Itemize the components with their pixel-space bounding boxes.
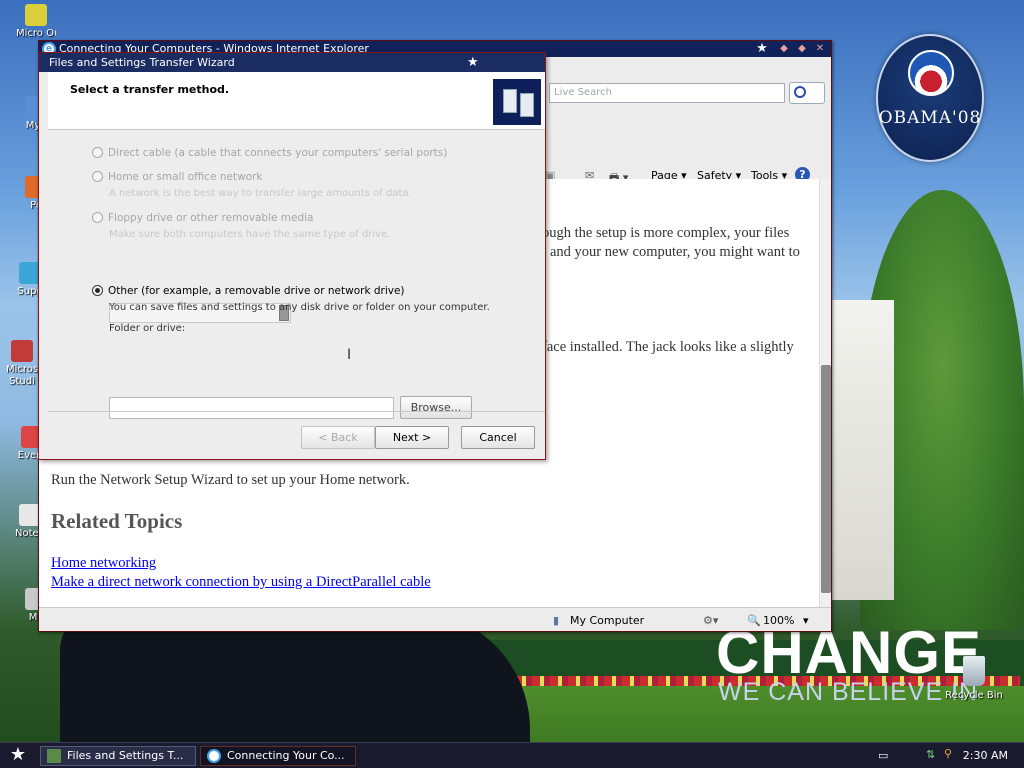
search-tray-icon[interactable]: ⚲: [944, 747, 952, 760]
option-home-network[interactable]: Home or small office network: [92, 171, 263, 183]
start-button[interactable]: ★: [6, 745, 30, 767]
wizard-body: Direct cable (a cable that connects your…: [48, 131, 545, 419]
transfer-wizard-logo-icon: [492, 78, 542, 126]
wizard-separator: [48, 411, 545, 412]
network-icon[interactable]: ⇅: [926, 748, 935, 761]
folder-or-drive-input[interactable]: [109, 397, 394, 419]
internet-explorer-icon: [207, 749, 221, 763]
home-networking-link[interactable]: Home networking: [51, 555, 156, 572]
studio-icon: [11, 340, 33, 362]
browse-button[interactable]: Browse...: [400, 396, 472, 419]
content-fragment: ough the setup is more complex, your fil…: [542, 225, 790, 241]
option-floppy[interactable]: Floppy drive or other removable media: [92, 212, 314, 224]
direct-parallel-link[interactable]: Make a direct network connection by usin…: [51, 574, 431, 591]
task-internet-explorer[interactable]: Connecting Your Co...: [200, 746, 356, 766]
maximize-button[interactable]: ◆: [795, 42, 809, 56]
change-subtitle: WE CAN BELIEVE IN: [718, 678, 979, 706]
home-network-description: A network is the best way to transfer la…: [109, 188, 412, 199]
wizard-header: Select a transfer method.: [48, 72, 545, 130]
desktop-icon-outlook[interactable]: Micro Outl: [16, 4, 56, 39]
back-button[interactable]: < Back: [301, 426, 375, 449]
wizard-heading: Select a transfer method.: [70, 83, 230, 96]
system-tray: ▭ ⇅ ⚲ 2:30 AM: [870, 743, 1024, 768]
cancel-button[interactable]: Cancel: [461, 426, 535, 449]
recycle-bin-icon: [963, 656, 985, 686]
outlook-icon: [25, 4, 47, 26]
zone-label: My Computer: [570, 614, 645, 627]
radio-direct-cable[interactable]: [92, 147, 103, 158]
search-button[interactable]: [789, 82, 825, 104]
obama-badge-text: OBAMA'08: [878, 108, 982, 128]
taskbar: ★ Files and Settings T... Connecting You…: [0, 742, 1024, 768]
obama-logo-icon: [908, 50, 954, 96]
zoom-level[interactable]: 100%: [763, 614, 794, 627]
radio-other[interactable]: [92, 285, 103, 296]
live-search-input[interactable]: Live Search: [549, 83, 785, 103]
star-icon: ★: [467, 55, 479, 70]
other-description: You can save files and settings to any d…: [109, 302, 490, 313]
task-transfer-wizard[interactable]: Files and Settings T...: [40, 746, 196, 766]
option-direct-cable[interactable]: Direct cable (a cable that connects your…: [92, 147, 447, 159]
scrollbar-thumb[interactable]: [821, 365, 831, 593]
computer-zone-icon: ▮: [553, 614, 560, 627]
content-fragment: face installed. The jack looks like a sl…: [542, 339, 794, 355]
star-icon: ★: [756, 41, 768, 56]
content-fragment: and your new computer, you might want to: [550, 244, 800, 260]
close-button[interactable]: ✕: [813, 42, 827, 56]
protected-mode-icon[interactable]: ⚙▾: [703, 614, 718, 627]
next-button[interactable]: Next >: [375, 426, 449, 449]
text-cursor-icon: I: [347, 347, 352, 363]
desktop-icon-recycle-bin[interactable]: Recycle Bin: [944, 656, 1004, 701]
keyboard-icon[interactable]: ▭: [878, 749, 888, 762]
wizard-task-icon: [47, 749, 61, 763]
obama-08-badge: OBAMA'08: [876, 34, 984, 162]
wallpaper-white-house: [832, 300, 894, 600]
ie-statusbar: ▮ My Computer ⚙▾ 🔍 100% ▾: [39, 607, 831, 631]
wizard-title: Files and Settings Transfer Wizard: [49, 56, 235, 69]
radio-home-network[interactable]: [92, 171, 103, 182]
zoom-dropdown-icon[interactable]: ▾: [803, 614, 809, 627]
vertical-scrollbar[interactable]: [819, 179, 831, 607]
minimize-button[interactable]: ◆: [777, 42, 791, 56]
floppy-description: Make sure both computers have the same t…: [109, 229, 391, 240]
transfer-wizard-dialog: Files and Settings Transfer Wizard ★ Sel…: [38, 52, 546, 460]
wizard-titlebar[interactable]: Files and Settings Transfer Wizard ★: [39, 53, 545, 72]
search-icon: [794, 86, 806, 98]
folder-label: Folder or drive:: [109, 323, 186, 334]
clock: 2:30 AM: [962, 749, 1008, 762]
radio-floppy[interactable]: [92, 212, 103, 223]
network-setup-text: Run the Network Setup Wizard to set up y…: [51, 472, 410, 488]
related-topics-heading: Related Topics: [51, 509, 183, 533]
desktop-icon-studio[interactable]: Micros Studi: [2, 340, 42, 388]
zoom-icon: 🔍: [747, 614, 761, 627]
option-other[interactable]: Other (for example, a removable drive or…: [92, 285, 405, 297]
